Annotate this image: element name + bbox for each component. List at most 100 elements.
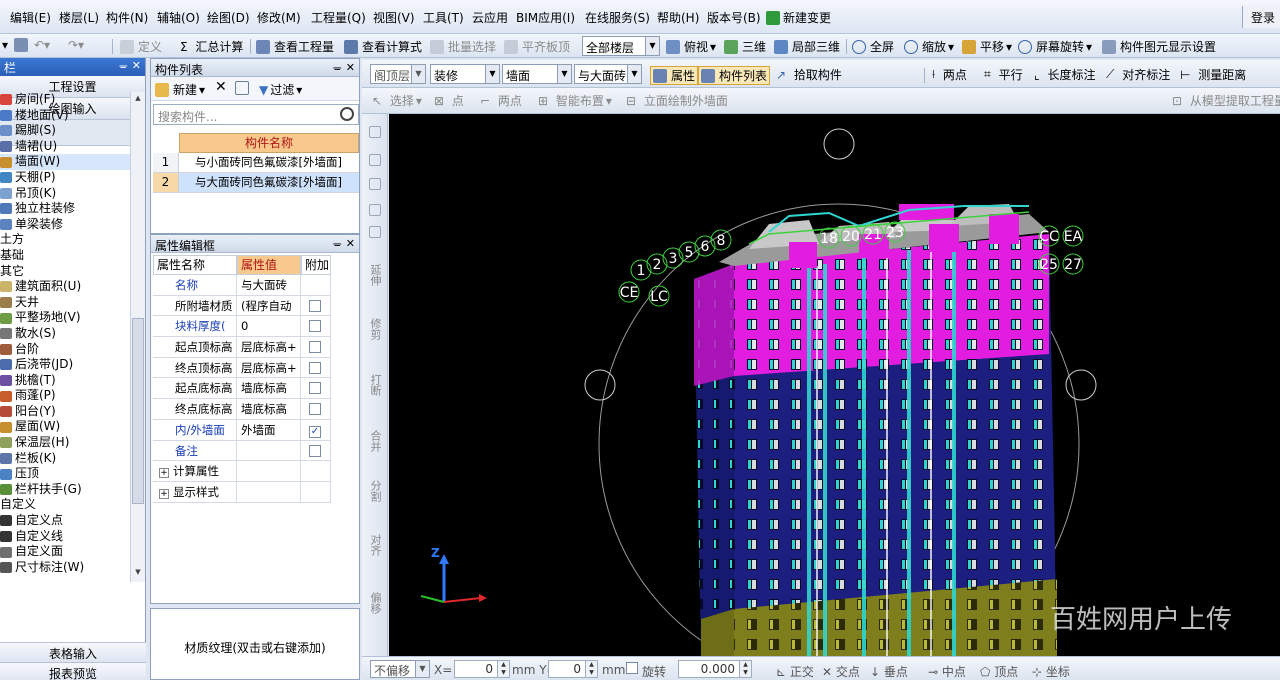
pan-button[interactable]: 平移 ▾: [962, 38, 1012, 55]
property-value[interactable]: 墙底标高: [237, 399, 301, 419]
close-icon[interactable]: ✕: [132, 59, 141, 72]
spinner-icon[interactable]: ▲ ▼: [497, 661, 509, 677]
tree-item[interactable]: 踢脚(S): [0, 123, 132, 139]
component-list-toggle[interactable]: 构件列表: [698, 66, 771, 85]
menu-quantity[interactable]: 工程量(Q): [311, 9, 366, 26]
table-row[interactable]: 2 与大面砖同色氟碳漆[外墙面]: [153, 173, 359, 193]
tree-item[interactable]: 屋面(W): [0, 419, 132, 435]
menu-version[interactable]: 版本号(B): [707, 9, 761, 26]
tree-item[interactable]: 压顶: [0, 466, 132, 482]
intersection-snap[interactable]: ✕ 交点: [822, 663, 860, 680]
extend-tool[interactable]: 延伸: [367, 264, 383, 286]
y-input[interactable]: 0 ▲ ▼: [548, 660, 598, 678]
property-value[interactable]: [237, 440, 301, 461]
tree-item[interactable]: 单梁装修: [0, 217, 132, 233]
tree-item[interactable]: 墙裙(U): [0, 139, 132, 155]
property-row[interactable]: 名称 与大面砖: [153, 275, 331, 296]
menu-draw[interactable]: 绘图(D): [207, 9, 250, 26]
tree-item[interactable]: 建筑面积(U): [0, 279, 132, 295]
fullscreen-button[interactable]: 全屏: [852, 38, 894, 55]
tree-item[interactable]: 自定义点: [0, 513, 132, 529]
view-quantity-button[interactable]: 查看工程量: [256, 38, 334, 55]
texture-area[interactable]: 材质纹理(双击或右键添加): [150, 608, 360, 680]
table-row[interactable]: 1 与小面砖同色氟碳漆[外墙面]: [153, 153, 359, 173]
measure-button[interactable]: ⊢ 测量距离: [1180, 66, 1246, 83]
property-toggle[interactable]: 属性: [650, 66, 699, 85]
merge-tool[interactable]: 合并: [367, 430, 383, 452]
menu-edit[interactable]: 编辑(E): [10, 9, 51, 26]
length-mark-button[interactable]: ⌞ 长度标注: [1034, 66, 1095, 83]
property-value[interactable]: (程序自动: [237, 295, 301, 316]
smart-layout-button[interactable]: ⊞ 智能布置 ▾: [538, 92, 612, 109]
menu-aux-axis[interactable]: 辅轴(O): [157, 9, 200, 26]
batch-select-button[interactable]: 批量选择: [430, 38, 496, 55]
elevation-draw-button[interactable]: ⊟ 立面绘制外墙面: [626, 92, 728, 109]
view-formula-button[interactable]: 查看计算式: [344, 38, 422, 55]
offset-tool[interactable]: 偏移: [367, 592, 383, 614]
category-combo[interactable]: 装修 ▼: [430, 64, 500, 84]
align-mark-button[interactable]: ⟋ 对齐标注: [1106, 66, 1170, 83]
copy-icon[interactable]: [369, 154, 381, 166]
type-combo[interactable]: 墙面 ▼: [502, 64, 572, 84]
login-button[interactable]: 登录: [1242, 6, 1280, 28]
extra-checkbox[interactable]: [309, 341, 321, 354]
extract-quantity-button[interactable]: ⊡ 从模型提取工程量: [1172, 92, 1280, 109]
property-value[interactable]: 墙底标高: [237, 378, 301, 399]
tree-item[interactable]: 后浇带(JD): [0, 357, 132, 373]
property-row[interactable]: 起点顶标高 层底标高+: [153, 337, 331, 358]
top-view-button[interactable]: 俯视 ▾: [666, 38, 716, 55]
offset-select[interactable]: 不偏移 ▼: [370, 660, 430, 678]
table-input-button[interactable]: 表格输入: [0, 642, 146, 664]
expand-icon[interactable]: +: [159, 468, 169, 479]
tree-item[interactable]: 墙面(W): [0, 154, 132, 170]
menu-new-change[interactable]: 新建变更: [766, 9, 831, 26]
tree-item[interactable]: 基础: [0, 248, 132, 264]
property-row[interactable]: 所附墙材质 (程序自动: [153, 295, 331, 317]
extra-checkbox[interactable]: [309, 361, 321, 374]
tree-item[interactable]: 房间(F): [0, 92, 132, 108]
property-value[interactable]: 外墙面: [237, 419, 301, 440]
point-button[interactable]: ⊠ 点: [434, 92, 464, 109]
menu-bim[interactable]: BIM应用(I): [516, 9, 575, 26]
expand-icon[interactable]: +: [159, 488, 169, 499]
tree-item[interactable]: 尺寸标注(W): [0, 560, 132, 576]
two-points-button[interactable]: ⌐ 两点: [480, 92, 522, 109]
property-row[interactable]: 备注: [153, 440, 331, 462]
tree-item[interactable]: 独立柱装修: [0, 201, 132, 217]
menu-cloud[interactable]: 云应用: [472, 9, 508, 26]
rotate-input[interactable]: 0.000 ▲ ▼: [678, 660, 752, 678]
property-row[interactable]: 块料厚度(0: [153, 316, 331, 338]
spinner-icon[interactable]: ▲ ▼: [739, 661, 751, 677]
search-icon[interactable]: [340, 107, 354, 121]
menu-component[interactable]: 构件(N): [106, 9, 148, 26]
component-tree[interactable]: 房间(F) 楼地面(V) 踢脚(S) 墙裙(U) 墙面(W) 天棚(P) 吊顶(K) 独立柱装…: [0, 92, 132, 582]
vertex-snap[interactable]: ⬠ 顶点: [980, 663, 1018, 680]
report-preview-button[interactable]: 报表预览: [0, 662, 146, 680]
undo-button[interactable]: ↶▾: [34, 38, 50, 52]
rotate-icon[interactable]: [369, 226, 381, 238]
move-icon[interactable]: [369, 204, 381, 216]
component-combo[interactable]: 与大面砖 ▼: [574, 64, 642, 84]
rotate-screen-button[interactable]: 屏幕旋转 ▾: [1018, 38, 1092, 55]
extra-checkbox[interactable]: ✓: [309, 425, 321, 438]
open-button[interactable]: ▾: [2, 38, 8, 52]
tree-item[interactable]: 其它: [0, 264, 132, 280]
tree-item[interactable]: 保温层(H): [0, 435, 132, 451]
tree-item[interactable]: 雨蓬(P): [0, 388, 132, 404]
pin-icon[interactable]: ᚚ: [119, 59, 127, 72]
redo-button[interactable]: ↷▾: [68, 38, 84, 52]
spinner-icon[interactable]: ▲ ▼: [585, 661, 597, 677]
filter-button[interactable]: ▼ 过滤 ▾: [259, 81, 302, 98]
property-value[interactable]: [237, 481, 301, 502]
tree-item[interactable]: 天井: [0, 295, 132, 311]
mirror-icon[interactable]: [369, 178, 381, 190]
tree-item[interactable]: 台阶: [0, 342, 132, 358]
parallel-button[interactable]: ⌗ 平行: [984, 66, 1023, 83]
zoom-button[interactable]: 缩放 ▾: [904, 38, 954, 55]
property-row[interactable]: + 显示样式: [153, 481, 331, 503]
floor-combo[interactable]: 阁顶层 ▼: [370, 64, 426, 84]
define-button[interactable]: 定义: [120, 38, 162, 55]
three-d-button[interactable]: 三维: [724, 38, 766, 55]
extra-checkbox[interactable]: [309, 403, 321, 416]
close-icon[interactable]: ✕: [346, 61, 355, 74]
